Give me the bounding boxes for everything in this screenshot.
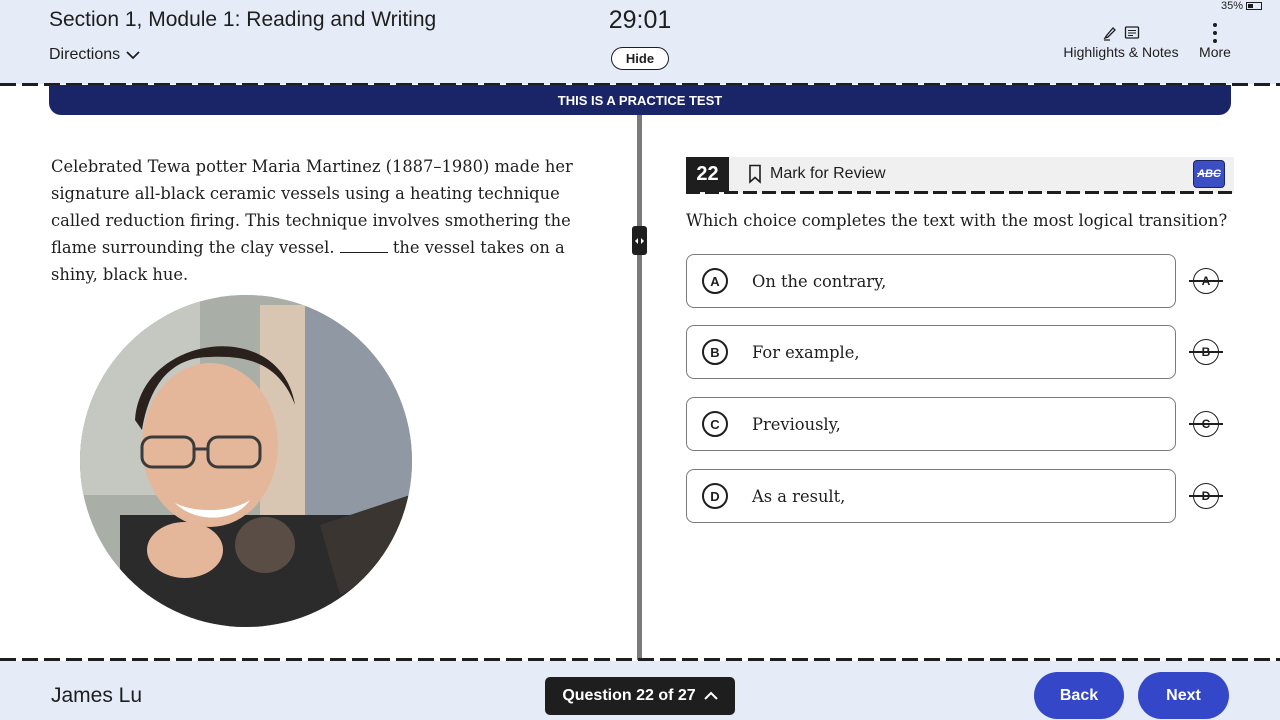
bookmark-icon — [749, 164, 761, 184]
hide-timer-button[interactable]: Hide — [611, 47, 669, 70]
webcam-photo — [80, 295, 412, 627]
student-name: James Lu — [51, 684, 143, 707]
passage-text: Celebrated Tewa potter Maria Martinez (1… — [51, 153, 586, 288]
answer-eliminator-toggle[interactable]: ABC — [1193, 160, 1225, 188]
directions-label: Directions — [49, 46, 121, 63]
back-button[interactable]: Back — [1034, 672, 1124, 719]
pane-divider — [637, 115, 642, 660]
choice-letter-c: C — [702, 411, 728, 437]
question-navigator-button[interactable]: Question 22 of 27 — [545, 677, 735, 715]
choice-letter-b: B — [702, 339, 728, 365]
more-label: More — [1199, 44, 1231, 60]
answer-choice-b[interactable]: B For example, — [686, 325, 1176, 379]
person-image — [80, 295, 412, 627]
section-title: Section 1, Module 1: Reading and Writing — [49, 8, 437, 31]
question-header-divider — [686, 191, 1234, 194]
strike-choice-b-button[interactable]: B — [1189, 339, 1223, 365]
more-vertical-icon — [1213, 23, 1217, 43]
mark-for-review-label: Mark for Review — [770, 165, 886, 182]
choice-text-b: For example, — [752, 342, 860, 362]
question-number: 22 — [686, 157, 729, 192]
battery-icon — [1246, 2, 1262, 10]
practice-test-banner: THIS IS A PRACTICE TEST — [49, 85, 1231, 115]
answer-choice-a[interactable]: A On the contrary, — [686, 254, 1176, 308]
top-header: Section 1, Module 1: Reading and Writing… — [0, 0, 1280, 84]
banner-text: THIS IS A PRACTICE TEST — [557, 92, 723, 108]
notes-icon — [1124, 26, 1140, 39]
answer-choice-d[interactable]: D As a result, — [686, 469, 1176, 523]
strike-letter-b: B — [1201, 345, 1211, 359]
choice-text-c: Previously, — [752, 414, 841, 434]
strike-letter-c: C — [1201, 417, 1211, 431]
highlights-notes-label: Highlights & Notes — [1063, 44, 1179, 60]
battery-status: 35% — [1221, 0, 1262, 12]
question-navigator-label: Question 22 of 27 — [562, 687, 696, 704]
more-button[interactable]: More — [1196, 22, 1234, 60]
chevron-down-icon — [126, 51, 140, 60]
strike-choice-d-button[interactable]: D — [1189, 483, 1223, 509]
abc-strike-icon: ABC — [1197, 168, 1221, 180]
answer-choice-c[interactable]: C Previously, — [686, 397, 1176, 451]
strike-choice-a-button[interactable]: A — [1189, 268, 1223, 294]
choice-text-a: On the contrary, — [752, 271, 887, 291]
strike-letter-a: A — [1201, 274, 1211, 288]
passage-blank — [339, 239, 388, 253]
strike-choice-c-button[interactable]: C — [1189, 411, 1223, 437]
question-prompt: Which choice completes the text with the… — [686, 211, 1228, 230]
mark-for-review-button[interactable]: Mark for Review — [748, 164, 886, 184]
directions-toggle[interactable]: Directions — [49, 46, 140, 64]
choice-letter-a: A — [702, 268, 728, 294]
next-button[interactable]: Next — [1138, 672, 1229, 719]
choice-text-d: As a result, — [752, 486, 846, 506]
resize-handle[interactable] — [632, 226, 647, 255]
highlights-notes-button[interactable]: Highlights & Notes — [1060, 22, 1182, 60]
battery-percent: 35% — [1220, 0, 1243, 12]
resize-arrows-icon — [635, 237, 644, 244]
choice-letter-d: D — [702, 483, 728, 509]
highlighter-icon — [1103, 27, 1116, 41]
chevron-up-icon — [703, 691, 718, 700]
strike-letter-d: D — [1201, 489, 1211, 503]
